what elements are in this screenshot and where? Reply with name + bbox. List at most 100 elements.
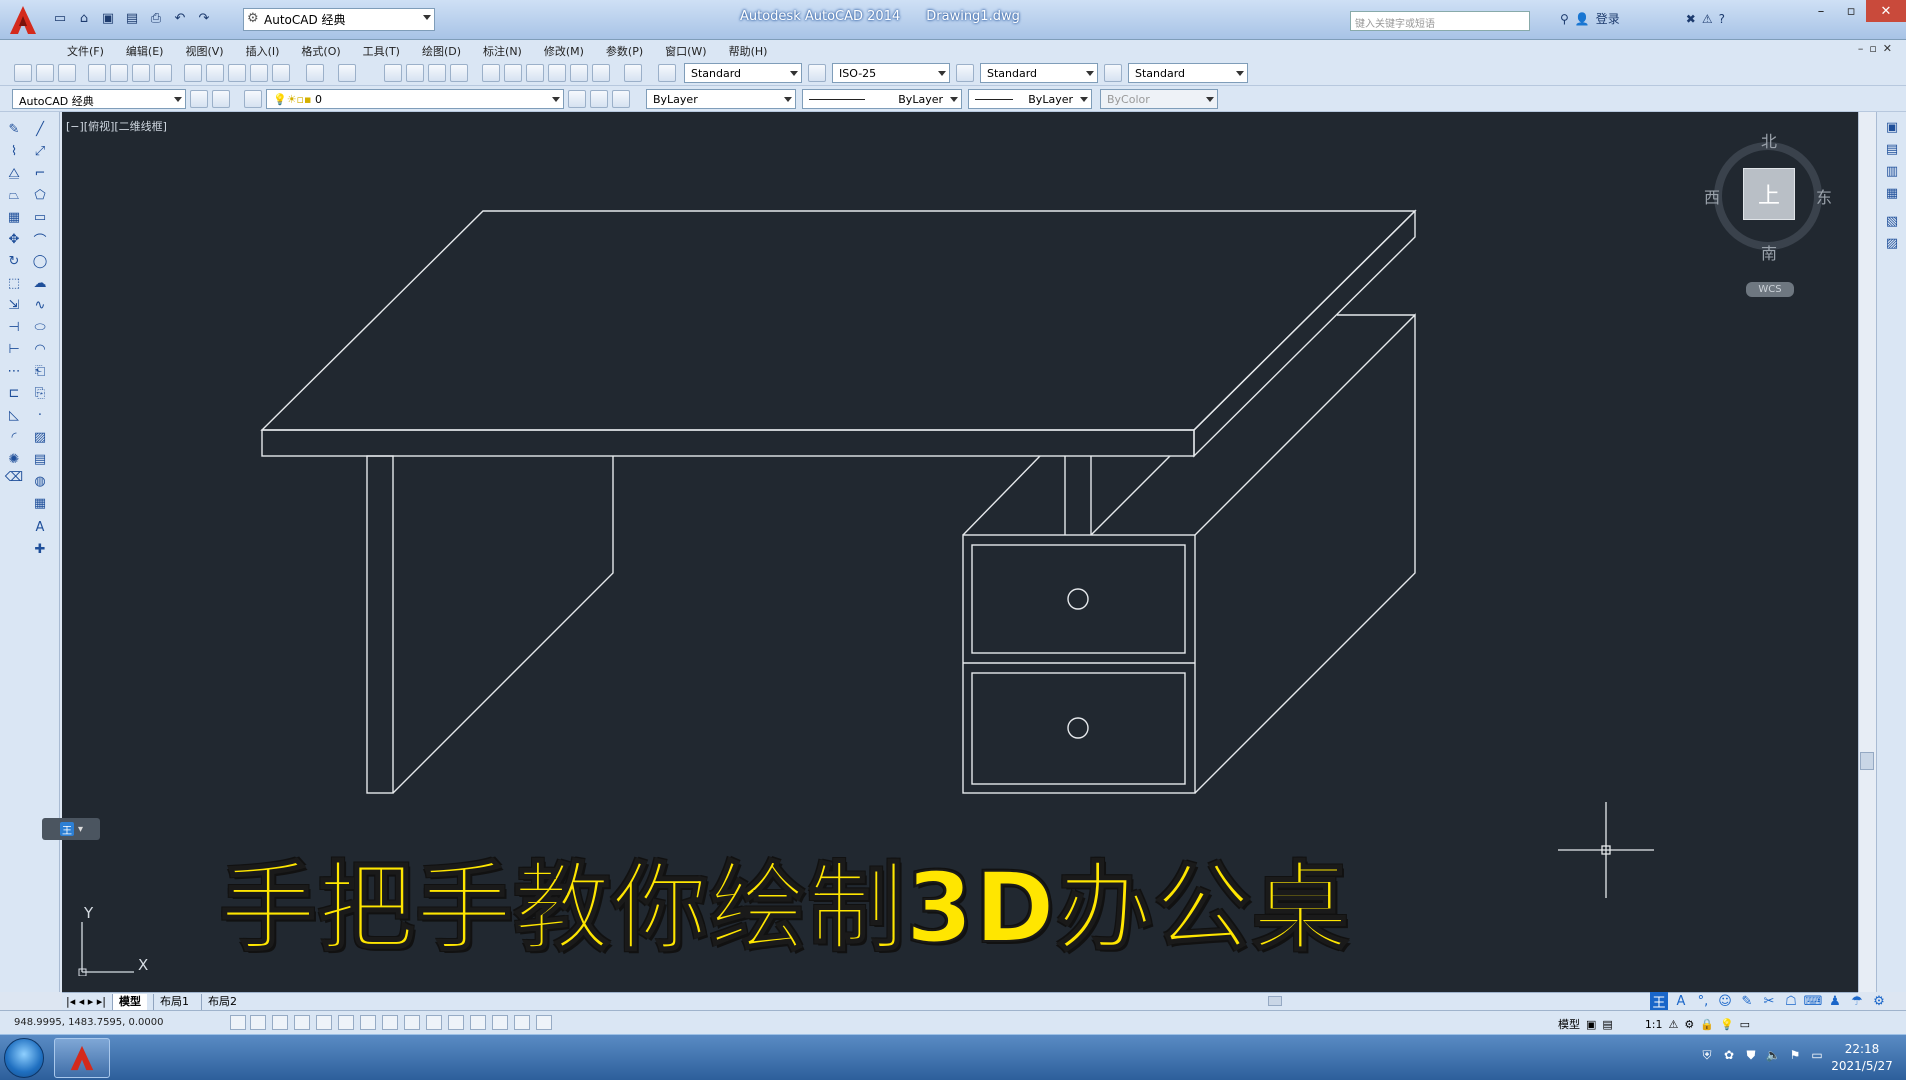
array-icon[interactable]: ▦ xyxy=(4,208,24,226)
mleader-style-icon[interactable] xyxy=(1104,64,1122,82)
plotstyle-select[interactable]: ByColor xyxy=(1100,89,1218,109)
isolate-objects-icon[interactable]: 💡 xyxy=(1720,1018,1734,1031)
workspace-settings-icon[interactable] xyxy=(190,90,208,108)
pan-icon[interactable] xyxy=(384,64,402,82)
new-icon[interactable] xyxy=(14,64,32,82)
menu-draw[interactable]: 绘图(D) xyxy=(411,40,472,60)
search-input[interactable]: 键入关键字或短语 xyxy=(1350,11,1530,31)
chamfer-icon[interactable]: ◺ xyxy=(4,406,24,424)
circle-icon[interactable]: ◯ xyxy=(30,252,50,270)
menu-tools[interactable]: 工具(T) xyxy=(352,40,411,60)
layer-select[interactable]: 💡☀▫▪ 0 xyxy=(266,89,564,109)
chevron-down-icon[interactable]: ▾ xyxy=(78,824,83,835)
3d-print-icon[interactable] xyxy=(154,64,172,82)
compass-east[interactable]: 东 xyxy=(1816,184,1832,208)
plot-preview-icon[interactable] xyxy=(110,64,128,82)
flag-icon[interactable]: ⚑ xyxy=(1788,1048,1802,1062)
publish-icon[interactable] xyxy=(132,64,150,82)
make-block-icon[interactable]: ⎘ xyxy=(30,384,50,402)
offset-icon[interactable]: ⏢ xyxy=(4,186,24,204)
mirror-icon[interactable]: ⧋ xyxy=(4,164,24,182)
annotation-visibility-icon[interactable]: ⚠ xyxy=(1669,1018,1679,1031)
viewport-icon[interactable]: ▤ xyxy=(1882,140,1902,158)
plot-icon[interactable]: ⎙ xyxy=(146,8,166,28)
save-as-icon[interactable]: ▤ xyxy=(122,8,142,28)
lineweight-icon[interactable] xyxy=(448,1015,464,1030)
undo-icon[interactable] xyxy=(306,64,324,82)
sheet-set-icon[interactable] xyxy=(548,64,566,82)
workspace-select[interactable]: AutoCAD 经典 xyxy=(12,89,186,109)
viewport-icon[interactable]: ▧ xyxy=(1882,212,1902,230)
menu-help[interactable]: 帮助(H) xyxy=(718,40,779,60)
undo-icon[interactable]: ↶ xyxy=(170,8,190,28)
object-snap-icon[interactable] xyxy=(338,1015,354,1030)
viewcube[interactable]: 上 北 南 西 东 xyxy=(1704,128,1832,263)
network-icon[interactable]: ⚠ xyxy=(1702,12,1713,26)
region-icon[interactable]: ◍ xyxy=(30,472,50,490)
new-icon[interactable]: ▭ xyxy=(50,8,70,28)
menu-modify[interactable]: 修改(M) xyxy=(533,40,595,60)
skin-icon[interactable]: ☖ xyxy=(1782,992,1800,1010)
layer-previous-icon[interactable] xyxy=(590,90,608,108)
viewport-icon[interactable]: ▦ xyxy=(1882,184,1902,202)
layer-state-icon[interactable] xyxy=(612,90,630,108)
font-icon[interactable]: A xyxy=(1672,992,1690,1010)
3d-object-snap-icon[interactable] xyxy=(360,1015,376,1030)
menu-edit[interactable]: 编辑(E) xyxy=(115,40,175,60)
selection-cycling-icon[interactable] xyxy=(514,1015,530,1030)
tab-model[interactable]: 模型 xyxy=(112,993,147,1010)
hatch-icon[interactable]: ▨ xyxy=(30,428,50,446)
text-style-select[interactable]: Standard xyxy=(684,63,802,83)
multiline-text-icon[interactable]: A xyxy=(30,518,50,536)
exchange-icon[interactable]: ✖ xyxy=(1686,12,1696,26)
viewport-icon[interactable]: ▥ xyxy=(1882,162,1902,180)
redo-icon[interactable]: ↷ xyxy=(194,8,214,28)
menu-window[interactable]: 窗口(W) xyxy=(654,40,717,60)
quickcalc-icon[interactable] xyxy=(592,64,610,82)
redo-icon[interactable] xyxy=(338,64,356,82)
snap-mode-icon[interactable] xyxy=(250,1015,266,1030)
polygon-icon[interactable]: ⬠ xyxy=(30,186,50,204)
construction-line-icon[interactable]: ⤢ xyxy=(30,142,50,160)
start-button[interactable] xyxy=(4,1038,44,1078)
close-button[interactable]: ✕ xyxy=(1866,0,1906,22)
shield-icon[interactable]: ⛨ xyxy=(1700,1048,1714,1062)
quick-view-layouts-icon[interactable]: ▣ xyxy=(1586,1018,1596,1031)
zoom-realtime-icon[interactable] xyxy=(406,64,424,82)
layer-properties-icon[interactable] xyxy=(244,90,262,108)
workspace-switch-icon[interactable]: ⚙ xyxy=(1684,1018,1694,1031)
ime-toolbar[interactable]: 王 ▾ xyxy=(42,818,100,840)
annotation-scale[interactable]: 1:1 xyxy=(1645,1018,1663,1031)
lineweight-select[interactable]: ByLayer xyxy=(968,89,1092,109)
trim-icon[interactable]: ⊣ xyxy=(4,318,24,336)
match-properties-icon[interactable] xyxy=(250,64,268,82)
dim-style-select[interactable]: ISO-25 xyxy=(832,63,950,83)
break-icon[interactable]: ⋯ xyxy=(4,362,24,380)
tab-layout1[interactable]: 布局1 xyxy=(153,993,195,1010)
horizontal-scroll-thumb[interactable] xyxy=(1268,996,1282,1006)
application-menu-button[interactable] xyxy=(4,2,42,38)
open-icon[interactable] xyxy=(36,64,54,82)
lock-icon[interactable]: 🔒 xyxy=(1700,1018,1714,1031)
grid-display-icon[interactable] xyxy=(272,1015,288,1030)
viewcube-top-face[interactable]: 上 xyxy=(1743,168,1795,220)
punctuation-icon[interactable]: °, xyxy=(1694,992,1712,1010)
annotation-monitor-icon[interactable] xyxy=(536,1015,552,1030)
clean-screen-icon[interactable]: ▭ xyxy=(1740,1018,1750,1031)
document-window-controls[interactable]: –▫✕ xyxy=(1858,42,1898,55)
linetype-select[interactable]: ByLayer xyxy=(802,89,962,109)
dynamic-input-icon[interactable] xyxy=(426,1015,442,1030)
binoculars-icon[interactable]: ⚲ xyxy=(1560,12,1569,26)
tab-layout2[interactable]: 布局2 xyxy=(201,993,243,1010)
ortho-mode-icon[interactable] xyxy=(294,1015,310,1030)
zoom-window-icon[interactable] xyxy=(428,64,446,82)
dim-style-icon[interactable] xyxy=(808,64,826,82)
text-style-icon[interactable] xyxy=(658,64,676,82)
tools-icon[interactable]: ✂ xyxy=(1760,992,1778,1010)
ellipse-icon[interactable]: ⬭ xyxy=(30,318,50,336)
viewport-controls[interactable]: [−][俯视][二维线框] xyxy=(66,118,167,134)
emoji-icon[interactable]: ☺ xyxy=(1716,992,1734,1010)
join-icon[interactable]: ⊏ xyxy=(4,384,24,402)
gear-icon[interactable]: ⚙ xyxy=(1870,992,1888,1010)
move-icon[interactable]: ✥ xyxy=(4,230,24,248)
